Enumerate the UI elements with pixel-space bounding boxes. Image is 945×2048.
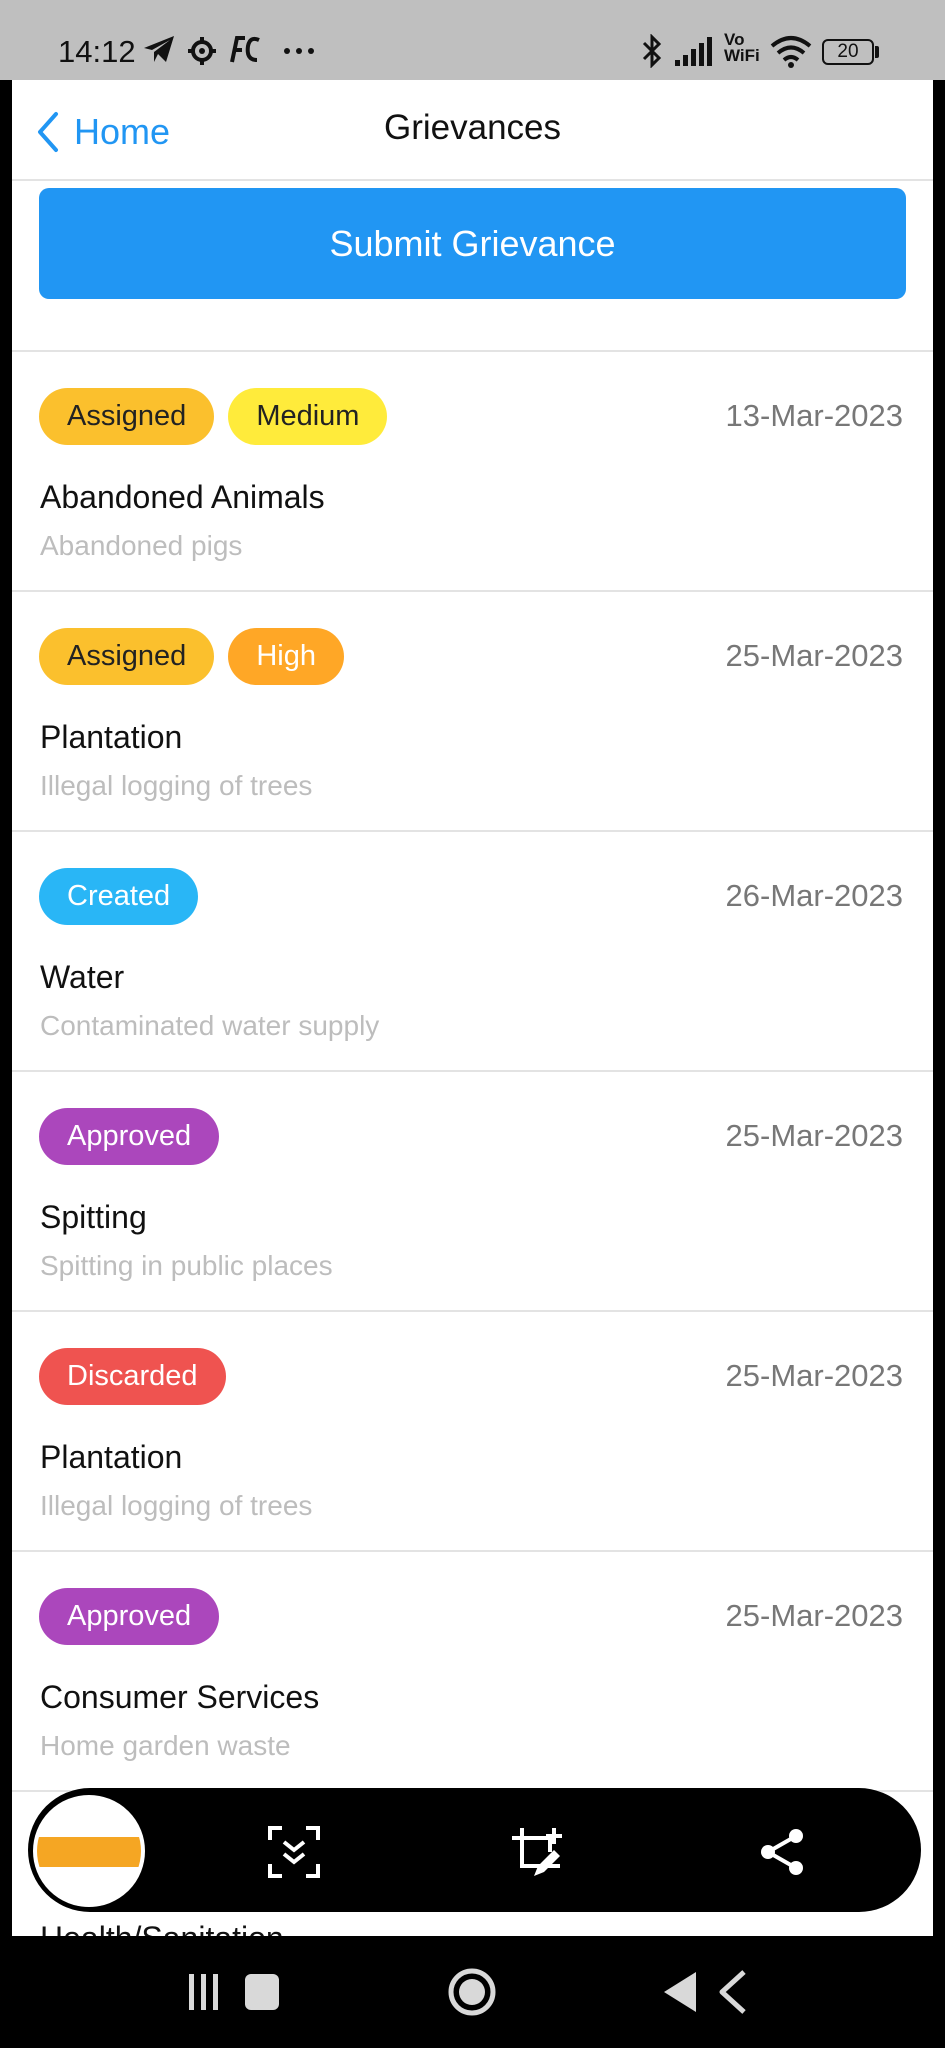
grievance-item[interactable]: Assigned High 25-Mar-2023 Plantation Illegal… bbox=[12, 592, 933, 832]
grievance-date: 13-Mar-2023 bbox=[725, 398, 903, 433]
network-label: Vo WiFi bbox=[724, 30, 760, 65]
grievance-title: Plantation bbox=[40, 1439, 183, 1475]
fc-icon bbox=[230, 36, 260, 63]
peek-item-title: Health/Sanitation bbox=[40, 1920, 284, 1936]
screenshot-toolbar bbox=[28, 1788, 921, 1912]
status-badge: Medium bbox=[228, 388, 388, 445]
grievance-title: Abandoned Animals bbox=[40, 479, 325, 515]
badge-group: Approved bbox=[39, 1588, 220, 1645]
screenshot-thumbnail[interactable] bbox=[33, 1795, 145, 1907]
signal-icon bbox=[675, 37, 712, 66]
back-icon[interactable] bbox=[660, 1966, 750, 2018]
system-nav-bar bbox=[0, 1936, 945, 2048]
crop-edit-icon[interactable] bbox=[510, 1826, 562, 1878]
grievance-list: Assigned Medium 13-Mar-2023 Abandoned Anima… bbox=[12, 352, 933, 1792]
status-badge: Discarded bbox=[39, 1348, 226, 1405]
status-badge: Approved bbox=[39, 1108, 220, 1165]
badge-group: Discarded bbox=[39, 1348, 226, 1405]
grievance-item[interactable]: Discarded 25-Mar-2023 Plantation Illegal lo… bbox=[12, 1312, 933, 1552]
status-badge: High bbox=[228, 628, 344, 685]
app-header: Home Grievances bbox=[12, 80, 933, 181]
grievance-subtitle: Abandoned pigs bbox=[40, 530, 243, 561]
battery-tip bbox=[875, 46, 879, 58]
grievance-item[interactable]: Assigned Medium 13-Mar-2023 Abandoned Anima… bbox=[12, 352, 933, 592]
grievance-title: Spitting bbox=[40, 1199, 147, 1235]
bluetooth-icon bbox=[642, 34, 662, 68]
grievance-date: 25-Mar-2023 bbox=[725, 638, 903, 673]
grievance-date: 25-Mar-2023 bbox=[725, 1358, 903, 1393]
status-badge: Assigned bbox=[39, 388, 215, 445]
badge-group: Assigned Medium bbox=[39, 388, 388, 445]
scroll-capture-icon[interactable] bbox=[268, 1826, 320, 1878]
grievance-date: 26-Mar-2023 bbox=[725, 878, 903, 913]
more-dots-icon bbox=[284, 48, 314, 54]
grievance-subtitle: Contaminated water supply bbox=[40, 1010, 380, 1041]
thumbnail-accent bbox=[37, 1837, 141, 1867]
grievance-item[interactable]: Approved 25-Mar-2023 Consumer Services Home… bbox=[12, 1552, 933, 1792]
badge-group: Created bbox=[39, 868, 199, 925]
grievance-title: Water bbox=[40, 959, 125, 995]
grievance-title: Consumer Services bbox=[40, 1679, 320, 1715]
status-badge: Assigned bbox=[39, 628, 215, 685]
page-title: Grievances bbox=[383, 108, 562, 147]
grievance-date: 25-Mar-2023 bbox=[725, 1118, 903, 1153]
battery-level: 20 bbox=[837, 41, 859, 62]
status-time: 14:12 bbox=[58, 34, 136, 69]
badge-group: Approved bbox=[39, 1108, 220, 1165]
grievance-subtitle: Spitting in public places bbox=[40, 1250, 333, 1281]
status-bar: 14:12 Vo WiFi 20 bbox=[0, 0, 945, 80]
status-badge: Approved bbox=[39, 1588, 220, 1645]
recents-icon[interactable] bbox=[185, 1966, 281, 2018]
battery-icon: 20 bbox=[822, 39, 874, 65]
app-screen: Home Grievances Submit Grievance Assigne… bbox=[12, 80, 933, 1936]
gear-icon bbox=[188, 37, 216, 65]
grievance-item[interactable]: Approved 25-Mar-2023 Spitting Spitting in p… bbox=[12, 1072, 933, 1312]
grievance-subtitle: Illegal logging of trees bbox=[40, 1490, 313, 1521]
grievance-title: Plantation bbox=[40, 719, 183, 755]
badge-group: Assigned High bbox=[39, 628, 344, 685]
status-badge: Created bbox=[39, 868, 199, 925]
share-icon[interactable] bbox=[756, 1826, 808, 1878]
grievance-date: 25-Mar-2023 bbox=[725, 1598, 903, 1633]
grievance-subtitle: Illegal logging of trees bbox=[40, 770, 313, 801]
telegram-icon bbox=[144, 36, 174, 62]
home-icon[interactable] bbox=[446, 1966, 498, 2018]
grievance-item[interactable]: Created 26-Mar-2023 Water Contaminated wate… bbox=[12, 832, 933, 1072]
grievance-subtitle: Home garden waste bbox=[40, 1730, 291, 1761]
submit-grievance-button[interactable]: Submit Grievance bbox=[39, 188, 906, 299]
wifi-icon bbox=[770, 36, 812, 68]
